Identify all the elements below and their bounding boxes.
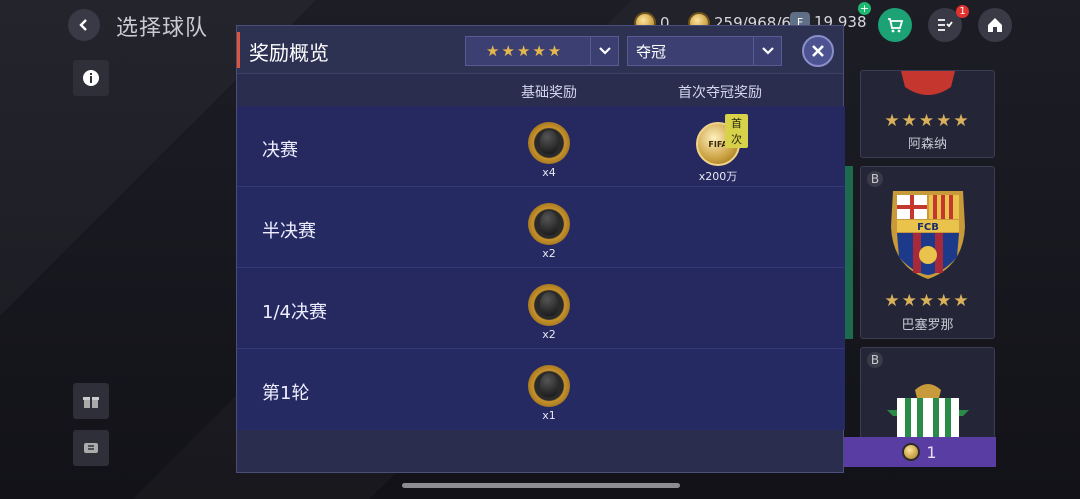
player-pack-ball-icon (528, 203, 570, 245)
table-row: 第1轮 x1 (237, 349, 845, 430)
gift-button[interactable] (73, 383, 109, 419)
player-pack-ball-icon (528, 365, 570, 407)
close-button[interactable] (802, 35, 834, 67)
reward-quantity: x200万 (698, 170, 738, 183)
reward-quantity: x4 (542, 166, 556, 179)
svg-text:FCB: FCB (917, 222, 939, 233)
cart-icon (888, 18, 904, 33)
reward-column-headers: 基础奖励 首次夺冠奖励 (237, 78, 843, 104)
chevron-down-icon (590, 37, 618, 65)
barcelona-crest-icon: FCB (891, 191, 965, 279)
modal-header: 奖励概览 ★★★★★ 夺冠 (237, 26, 843, 74)
ticket-icon (84, 443, 98, 453)
reward-quantity: x1 (542, 409, 556, 422)
add-currency-icon[interactable]: + (858, 2, 871, 15)
info-icon (83, 70, 99, 86)
base-reward[interactable]: x4 (519, 122, 579, 179)
team-stars: ★★★★★ (884, 291, 971, 311)
difficulty-stars-select[interactable]: ★★★★★ (465, 36, 619, 66)
round-label: 半决赛 (262, 221, 316, 242)
base-reward[interactable]: x1 (519, 365, 579, 422)
gift-icon (83, 397, 99, 408)
team-stars: ★★★★★ (884, 111, 971, 131)
reward-quantity: x2 (542, 328, 556, 341)
team-card-betis[interactable]: B (860, 347, 995, 439)
reward-table: 决赛 x4 首次 FIFA x200万 半决赛 x2 1/4决赛 x2 第1轮 … (237, 106, 845, 430)
home-icon (988, 18, 1002, 32)
table-row: 1/4决赛 x2 (237, 268, 845, 349)
ball-token-icon (902, 443, 921, 461)
team-tier-badge: B (867, 352, 883, 368)
round-label: 1/4决赛 (262, 302, 327, 323)
player-pack-ball-icon (528, 284, 570, 326)
base-reward[interactable]: x2 (519, 284, 579, 341)
first-time-badge: 首次 (725, 114, 748, 148)
base-reward[interactable]: x2 (519, 203, 579, 260)
accent-bar (237, 32, 240, 68)
team-card-barcelona[interactable]: B FCB ★★★★★ 巴塞罗那 (860, 166, 995, 339)
reward-quantity: x2 (542, 247, 556, 260)
home-indicator[interactable] (402, 483, 680, 488)
table-row: 决赛 x4 首次 FIFA x200万 (237, 106, 845, 187)
arsenal-crest-icon (901, 71, 955, 95)
home-button[interactable] (978, 8, 1012, 42)
column-base-reward: 基础奖励 (521, 85, 577, 101)
store-button[interactable] (878, 8, 912, 42)
chevron-left-icon (79, 19, 87, 31)
team-card-arsenal[interactable]: ★★★★★ 阿森纳 (860, 70, 995, 158)
info-button[interactable] (73, 60, 109, 96)
betis-crest-icon (887, 384, 969, 438)
back-button[interactable] (68, 9, 100, 41)
page-title: 选择球队 (116, 16, 209, 41)
modal-title: 奖励概览 (249, 41, 329, 65)
reward-overview-modal: 奖励概览 ★★★★★ 夺冠 基础奖励 首次夺冠奖励 决赛 x4 首次 FIFA … (236, 25, 845, 473)
result-select[interactable]: 夺冠 (627, 36, 782, 66)
round-label: 决赛 (262, 140, 298, 161)
team-tier-badge: B (867, 171, 883, 187)
checklist-icon (938, 19, 953, 31)
table-row: 半决赛 x2 (237, 187, 845, 268)
round-label: 第1轮 (262, 383, 310, 404)
first-win-reward[interactable]: 首次 FIFA x200万 (688, 114, 748, 184)
close-icon (812, 45, 824, 57)
chevron-down-icon (753, 37, 781, 65)
match-token-bar[interactable]: 1 (843, 437, 996, 467)
stars-select-value: ★★★★★ (486, 42, 564, 60)
team-name: 阿森纳 (907, 137, 947, 152)
column-first-win-reward: 首次夺冠奖励 (678, 85, 762, 101)
player-pack-ball-icon (528, 122, 570, 164)
result-select-value: 夺冠 (636, 42, 667, 61)
team-name: 巴塞罗那 (901, 318, 954, 333)
tasks-badge: 1 (956, 5, 969, 18)
redeem-button[interactable] (73, 430, 109, 466)
